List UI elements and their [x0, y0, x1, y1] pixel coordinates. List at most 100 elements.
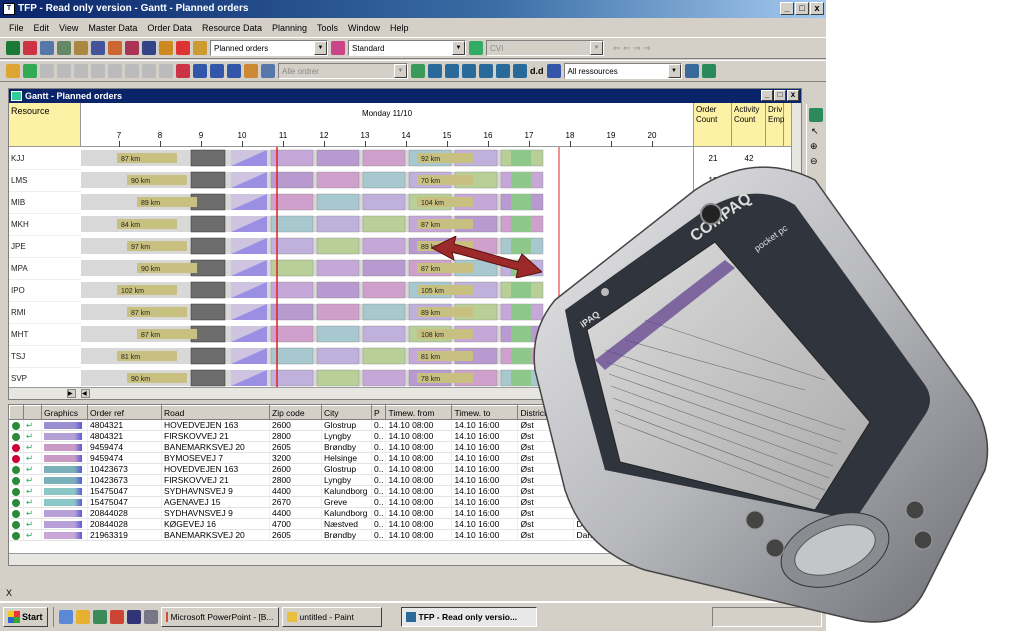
- tool-icon[interactable]: [143, 610, 158, 624]
- find-icon[interactable]: [159, 64, 173, 78]
- column-header[interactable]: [23, 405, 42, 420]
- person-icon[interactable]: [159, 41, 173, 55]
- sheet-icon[interactable]: [411, 64, 425, 78]
- gantt-title-bar[interactable]: Gantt - Planned orders _ □ x: [9, 89, 801, 103]
- clock-icon[interactable]: [176, 64, 190, 78]
- people-icon[interactable]: [108, 41, 122, 55]
- preview-icon[interactable]: [57, 64, 71, 78]
- list-icon[interactable]: [469, 41, 483, 55]
- order-count-header[interactable]: Order Count: [694, 103, 732, 146]
- scroll-right-icon[interactable]: ▶: [67, 389, 76, 398]
- sheet-side-icon[interactable]: [809, 108, 823, 122]
- app-button-4[interactable]: [913, 530, 933, 550]
- link-icon[interactable]: ↵: [23, 463, 42, 475]
- ie-icon[interactable]: [75, 610, 90, 624]
- right-icon[interactable]: [513, 64, 527, 78]
- back-icon[interactable]: [125, 64, 139, 78]
- print-icon[interactable]: [40, 64, 54, 78]
- properties-icon[interactable]: [684, 64, 699, 78]
- activity-count-header[interactable]: Activity Count: [732, 103, 766, 146]
- menu-planning[interactable]: Planning: [267, 23, 312, 33]
- task-paint[interactable]: untitled - Paint: [281, 607, 382, 627]
- assign-icon[interactable]: [261, 64, 275, 78]
- gantt-close-button[interactable]: x: [787, 90, 799, 101]
- menu-view[interactable]: View: [54, 23, 83, 33]
- car-icon[interactable]: [125, 41, 139, 55]
- gantt-maximize-button[interactable]: □: [774, 90, 786, 101]
- map-icon[interactable]: [57, 41, 71, 55]
- menu-master-data[interactable]: Master Data: [83, 23, 142, 33]
- cut-icon[interactable]: [91, 64, 105, 78]
- forward-icon[interactable]: [142, 64, 156, 78]
- resource-row[interactable]: MIB: [9, 191, 81, 214]
- menu-tools[interactable]: Tools: [312, 23, 343, 33]
- link-icon[interactable]: ↵: [23, 419, 42, 431]
- title-bar[interactable]: T TFP - Read only version - Gantt - Plan…: [0, 0, 826, 18]
- column-header[interactable]: Road: [161, 405, 270, 420]
- resource-row[interactable]: JPE: [9, 235, 81, 258]
- link-icon[interactable]: ↵: [23, 485, 42, 497]
- driver-emp-header[interactable]: Driv Emp: [766, 103, 784, 146]
- resource-row[interactable]: IPO: [9, 279, 81, 302]
- palette-icon[interactable]: [331, 41, 345, 55]
- menu-help[interactable]: Help: [385, 23, 414, 33]
- desktop-icon[interactable]: [58, 610, 73, 624]
- split-icon[interactable]: [193, 64, 207, 78]
- app-button-2[interactable]: [765, 538, 785, 558]
- red-grid-icon[interactable]: [23, 41, 37, 55]
- date-toggle[interactable]: d.d: [530, 66, 544, 76]
- orders-filter-combo[interactable]: Alle ordrer ▼: [278, 63, 408, 79]
- nav-arrows-icon[interactable]: ⇐ ⇐ ⇒ ⇒: [613, 43, 651, 54]
- column-header[interactable]: Timew. from: [385, 405, 453, 420]
- maximize-button[interactable]: □: [795, 2, 809, 15]
- car-red-icon[interactable]: [176, 41, 190, 55]
- link-icon[interactable]: ↵: [23, 441, 42, 453]
- column-header[interactable]: P: [370, 405, 387, 420]
- layout-combo[interactable]: Standard ▼: [348, 40, 466, 56]
- link-icon[interactable]: ↵: [23, 529, 42, 541]
- pointer-icon[interactable]: ↖: [811, 126, 820, 137]
- link-icon[interactable]: ↵: [23, 518, 42, 530]
- menu-resource-data[interactable]: Resource Data: [197, 23, 267, 33]
- plus-icon[interactable]: [428, 64, 442, 78]
- open-icon[interactable]: [6, 64, 20, 78]
- resource-header[interactable]: Resource: [9, 103, 81, 147]
- start-button[interactable]: Start: [3, 607, 48, 627]
- resources-combo[interactable]: All ressources ▼: [563, 63, 682, 79]
- menu-order-data[interactable]: Order Data: [142, 23, 197, 33]
- grid-icon[interactable]: [6, 41, 20, 55]
- resource-row[interactable]: TSJ: [9, 345, 81, 368]
- link-icon[interactable]: ↵: [23, 474, 42, 486]
- truck-icon[interactable]: [40, 41, 54, 55]
- resource-row[interactable]: MPA: [9, 257, 81, 280]
- minimize-button[interactable]: _: [780, 2, 794, 15]
- sort-icon[interactable]: [546, 64, 561, 78]
- task-tfp[interactable]: TFP - Read only versio...: [400, 607, 537, 627]
- calc-icon[interactable]: [126, 610, 141, 624]
- view-combo[interactable]: Planned orders ▼: [210, 40, 328, 56]
- menu-window[interactable]: Window: [343, 23, 385, 33]
- column-header[interactable]: Zip code: [269, 405, 322, 420]
- save-icon[interactable]: [23, 64, 37, 78]
- menu-edit[interactable]: Edit: [29, 23, 55, 33]
- refresh-icon[interactable]: [701, 64, 716, 78]
- menu-file[interactable]: File: [4, 23, 29, 33]
- table-icon[interactable]: [91, 41, 105, 55]
- resource-row[interactable]: RMI: [9, 301, 81, 324]
- cvi-combo[interactable]: CVI ▼: [486, 40, 604, 56]
- column-header[interactable]: [9, 405, 24, 420]
- chart-icon[interactable]: [74, 41, 88, 55]
- resource-row[interactable]: MKH: [9, 213, 81, 236]
- media-icon[interactable]: [109, 610, 124, 624]
- window-icon[interactable]: [227, 64, 241, 78]
- column-header[interactable]: City: [321, 405, 372, 420]
- column-header[interactable]: Order ref: [87, 405, 162, 420]
- filter-icon[interactable]: [193, 41, 207, 55]
- left-icon[interactable]: [496, 64, 510, 78]
- resource-row[interactable]: MHT: [9, 323, 81, 346]
- people-group-icon[interactable]: [244, 64, 258, 78]
- disk-icon[interactable]: [74, 64, 88, 78]
- close-button[interactable]: x: [810, 2, 824, 15]
- link-icon[interactable]: ↵: [23, 507, 42, 519]
- column-header[interactable]: Graphics: [41, 405, 88, 420]
